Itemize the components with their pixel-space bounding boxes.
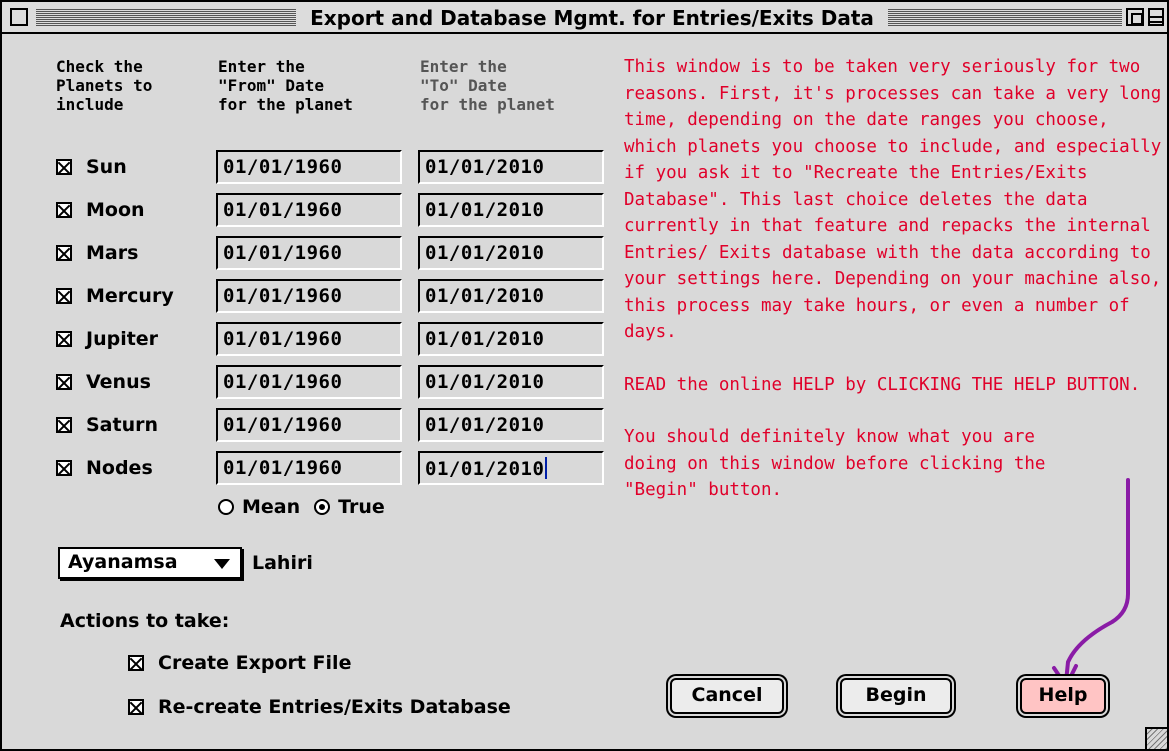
recreate-db-checkbox[interactable] bbox=[128, 699, 144, 715]
planet-checkbox[interactable] bbox=[56, 159, 72, 175]
planet-label: Moon bbox=[86, 199, 145, 221]
to-date-field[interactable]: 01/01/2010 bbox=[418, 236, 604, 270]
planet-checkbox[interactable] bbox=[56, 288, 72, 304]
from-date-field[interactable]: 01/01/1960 bbox=[216, 236, 402, 270]
planet-label: Sun bbox=[86, 156, 127, 178]
to-date-value: 01/01/2010 bbox=[425, 328, 545, 350]
from-date-field[interactable]: 01/01/1960 bbox=[216, 193, 402, 227]
note-paragraph-1: This window is to be taken very seriousl… bbox=[624, 57, 1162, 342]
cancel-button[interactable]: Cancel bbox=[670, 678, 784, 714]
planet-row-mercury[interactable]: Mercury bbox=[56, 281, 216, 311]
radio-true-label: True bbox=[338, 496, 385, 518]
arrow-to-help-icon bbox=[1052, 478, 1130, 688]
planet-label: Mercury bbox=[86, 285, 174, 307]
to-date-field[interactable]: 01/01/2010 bbox=[418, 408, 604, 442]
create-export-option[interactable]: Create Export File bbox=[128, 652, 351, 674]
ayanamsa-popup[interactable]: Ayanamsa bbox=[58, 547, 242, 579]
title-stripes-right bbox=[888, 8, 1122, 26]
radio-mean[interactable] bbox=[218, 499, 234, 515]
window-title: Export and Database Mgmt. for Entries/Ex… bbox=[302, 5, 882, 31]
planet-row-mars[interactable]: Mars bbox=[56, 238, 216, 268]
to-date-value: 01/01/2010 bbox=[425, 371, 545, 393]
planet-checkbox[interactable] bbox=[56, 417, 72, 433]
to-date-field[interactable]: 01/01/2010 bbox=[418, 150, 604, 184]
planet-row-sun[interactable]: Sun bbox=[56, 152, 216, 182]
radio-mean-label: Mean bbox=[242, 496, 301, 518]
radio-true[interactable] bbox=[314, 499, 331, 515]
to-date-field[interactable]: 01/01/2010 bbox=[418, 451, 604, 485]
nodes-mode-group: Mean True bbox=[218, 496, 385, 518]
recreate-db-option[interactable]: Re-create Entries/Exits Database bbox=[128, 696, 511, 718]
planet-label: Saturn bbox=[86, 414, 159, 436]
planet-checkbox[interactable] bbox=[56, 331, 72, 347]
warning-note: This window is to be taken very seriousl… bbox=[624, 54, 1164, 504]
to-date-field[interactable]: 01/01/2010 bbox=[418, 279, 604, 313]
to-date-value: 01/01/2010 bbox=[425, 199, 545, 221]
title-bar[interactable]: Export and Database Mgmt. for Entries/Ex… bbox=[2, 2, 1167, 34]
planet-label: Venus bbox=[86, 371, 151, 393]
from-date-field[interactable]: 01/01/1960 bbox=[216, 322, 402, 356]
planet-label: Nodes bbox=[86, 457, 153, 479]
to-date-value: 01/01/2010 bbox=[425, 242, 545, 264]
ayanamsa-popup-label: Ayanamsa bbox=[68, 551, 178, 573]
header-to-date: Enter the "To" Date for the planet bbox=[420, 57, 555, 114]
to-date-value: 01/01/2010 bbox=[425, 156, 545, 178]
to-date-field[interactable]: 01/01/2010 bbox=[418, 322, 604, 356]
collapse-box-icon[interactable] bbox=[1148, 8, 1164, 26]
planet-row-nodes[interactable]: Nodes bbox=[56, 453, 216, 483]
title-stripes-left bbox=[36, 8, 296, 26]
planet-row-saturn[interactable]: Saturn bbox=[56, 410, 216, 440]
resize-grip-icon[interactable] bbox=[1145, 727, 1167, 749]
to-date-value: 01/01/2010 bbox=[425, 285, 545, 307]
from-date-field[interactable]: 01/01/1960 bbox=[216, 279, 402, 313]
to-date-field[interactable]: 01/01/2010 bbox=[418, 193, 604, 227]
from-date-field[interactable]: 01/01/1960 bbox=[216, 408, 402, 442]
close-box-icon[interactable] bbox=[10, 8, 28, 26]
planet-checkbox[interactable] bbox=[56, 245, 72, 261]
planet-label: Mars bbox=[86, 242, 139, 264]
planet-row-moon[interactable]: Moon bbox=[56, 195, 216, 225]
header-check-planets: Check the Planets to include bbox=[56, 57, 153, 114]
planet-row-venus[interactable]: Venus bbox=[56, 367, 216, 397]
from-date-field[interactable]: 01/01/1960 bbox=[216, 365, 402, 399]
popup-arrow-icon bbox=[214, 559, 230, 569]
planet-checkbox[interactable] bbox=[56, 374, 72, 390]
to-date-field[interactable]: 01/01/2010 bbox=[418, 365, 604, 399]
recreate-db-label: Re-create Entries/Exits Database bbox=[158, 696, 511, 718]
to-date-value: 01/01/2010 bbox=[425, 414, 545, 436]
planet-row-jupiter[interactable]: Jupiter bbox=[56, 324, 216, 354]
planet-checkbox[interactable] bbox=[56, 202, 72, 218]
note-paragraph-2: READ the online HELP by CLICKING THE HEL… bbox=[624, 374, 1141, 395]
from-date-field[interactable]: 01/01/1960 bbox=[216, 451, 402, 485]
begin-button[interactable]: Begin bbox=[840, 678, 952, 714]
actions-label: Actions to take: bbox=[60, 610, 230, 632]
header-from-date: Enter the "From" Date for the planet bbox=[218, 57, 353, 114]
zoom-box-icon[interactable] bbox=[1126, 8, 1144, 26]
create-export-checkbox[interactable] bbox=[128, 655, 144, 671]
help-button[interactable]: Help bbox=[1020, 678, 1106, 714]
create-export-label: Create Export File bbox=[158, 652, 352, 674]
planet-checkbox[interactable] bbox=[56, 460, 72, 476]
from-date-field[interactable]: 01/01/1960 bbox=[216, 150, 402, 184]
ayanamsa-value: Lahiri bbox=[252, 552, 313, 574]
note-paragraph-3: You should definitely know what you are … bbox=[624, 427, 1046, 500]
planet-label: Jupiter bbox=[86, 328, 159, 350]
export-db-window: Export and Database Mgmt. for Entries/Ex… bbox=[0, 0, 1169, 751]
to-date-value: 01/01/2010 bbox=[425, 458, 545, 480]
